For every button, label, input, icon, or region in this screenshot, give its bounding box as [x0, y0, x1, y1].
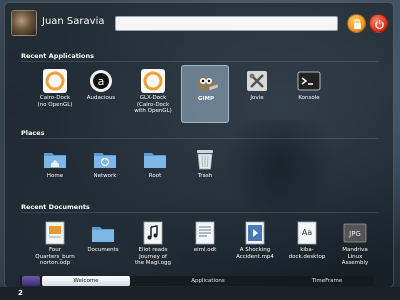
- text-document-icon: [195, 221, 215, 245]
- video-file-icon: [245, 221, 265, 245]
- section-divider: [21, 212, 379, 213]
- home-folder-icon: [44, 153, 66, 168]
- app-label: Jovie: [250, 95, 264, 101]
- gimp-icon: [197, 77, 218, 91]
- document-label: A Shocking Accident.mp4: [236, 247, 274, 260]
- document-item-documents[interactable]: Documents: [79, 217, 127, 275]
- menu-header: Juan Saravia: [5, 3, 395, 43]
- place-label: Trash: [197, 173, 213, 179]
- document-label: Eliot reads Journey of the Magi.ogg: [134, 247, 171, 266]
- app-item-audacious[interactable]: a Audacious: [77, 65, 125, 123]
- place-item-network[interactable]: Network: [81, 143, 129, 201]
- user-name: Juan Saravia: [42, 16, 105, 27]
- documents-folder-icon: [92, 227, 114, 242]
- menu-tab-bar: Welcome Applications TimeFrame: [20, 276, 374, 286]
- audio-file-icon: [143, 221, 163, 245]
- document-item-eimi[interactable]: eimi.odt: [181, 217, 229, 275]
- taskbar: [0, 287, 400, 300]
- svg-text:Aa: Aa: [302, 228, 312, 237]
- place-label: Home: [46, 173, 64, 179]
- document-label: Documents: [87, 247, 119, 253]
- app-label: Audacious: [86, 95, 116, 101]
- search-input[interactable]: [115, 16, 338, 31]
- section-title-recent-applications: Recent Applications: [21, 52, 95, 60]
- app-item-jovie[interactable]: Jovie: [233, 65, 281, 123]
- section-divider: [21, 61, 379, 62]
- glx-dock-icon: [141, 69, 165, 93]
- app-item-cairo-dock[interactable]: Cairo-Dock (no OpenGL): [31, 65, 79, 123]
- document-item-mandriva-linux-assembly[interactable]: JPG Mandriva Linux Assembly: [331, 217, 379, 275]
- place-label: Root: [148, 173, 162, 179]
- konsole-icon: [297, 71, 321, 91]
- workspace-number[interactable]: 2: [18, 289, 23, 297]
- place-item-home[interactable]: Home: [31, 143, 79, 201]
- app-item-glx-dock[interactable]: GLX-Dock (Cairo-Dock with OpenGL): [129, 65, 177, 123]
- document-item-four-quarters[interactable]: Four Quarters_burn norton.odp: [31, 217, 79, 275]
- power-button[interactable]: [369, 14, 388, 33]
- svg-text:a: a: [98, 75, 105, 88]
- tab-applications[interactable]: Applications: [160, 276, 256, 286]
- place-label: Network: [93, 173, 117, 179]
- audacious-icon: a: [90, 70, 112, 92]
- desktop-file-icon: Aa: [297, 221, 317, 245]
- jpg-image-icon: JPG: [343, 223, 367, 243]
- jovie-icon: [247, 71, 267, 91]
- lock-icon: [354, 19, 361, 29]
- app-item-gimp[interactable]: GIMP: [181, 65, 229, 123]
- section-title-places: Places: [21, 129, 45, 137]
- cairo-dock-icon: [43, 69, 67, 93]
- power-icon: [375, 20, 384, 30]
- app-item-konsole[interactable]: Konsole: [285, 65, 333, 123]
- trash-icon: [197, 150, 213, 170]
- document-item-kiba-dock-desktop[interactable]: Aa kiba- dock.desktop: [283, 217, 331, 275]
- place-item-root[interactable]: Root: [131, 143, 179, 201]
- document-label: eimi.odt: [193, 247, 217, 253]
- presentation-icon: [45, 221, 65, 245]
- app-label: Konsole: [298, 95, 320, 101]
- kickoff-menu-window: Juan Saravia Recent Applications Cairo-D…: [4, 2, 394, 288]
- app-label: GIMP: [197, 96, 215, 102]
- root-folder-icon: [144, 153, 166, 168]
- user-avatar: [11, 10, 37, 36]
- lock-button[interactable]: [347, 14, 366, 33]
- document-item-a-shocking-accident[interactable]: A Shocking Accident.mp4: [231, 217, 279, 275]
- document-label: Mandriva Linux Assembly: [341, 247, 369, 266]
- section-title-recent-documents: Recent Documents: [21, 203, 90, 211]
- tab-timeframe[interactable]: TimeFrame: [280, 276, 374, 286]
- network-folder-icon: [94, 153, 116, 168]
- tab-welcome[interactable]: Welcome: [42, 276, 130, 286]
- app-label: GLX-Dock (Cairo-Dock with OpenGL): [134, 95, 172, 114]
- document-item-eliot-reads[interactable]: Eliot reads Journey of the Magi.ogg: [129, 217, 177, 275]
- place-item-trash[interactable]: Trash: [181, 143, 229, 201]
- svg-text:JPG: JPG: [348, 230, 361, 238]
- section-divider: [21, 138, 379, 139]
- workspace-preview[interactable]: [22, 276, 40, 286]
